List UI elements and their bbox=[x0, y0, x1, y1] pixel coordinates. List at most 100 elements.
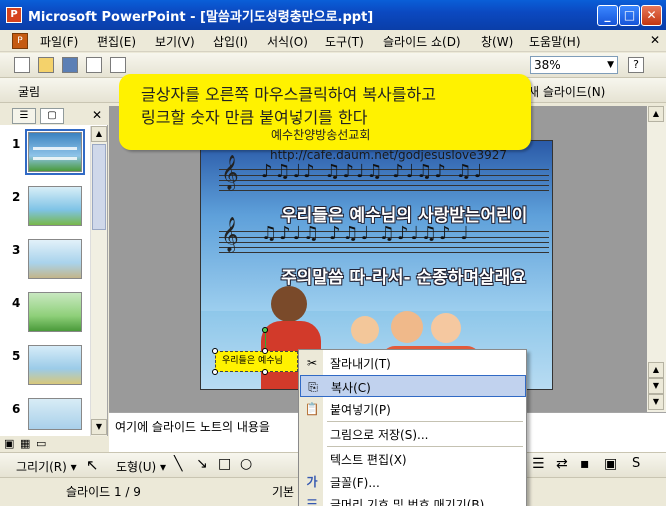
resize-handle[interactable] bbox=[262, 348, 268, 354]
menu-item-bullets[interactable]: ☰ 글머리 기호 및 번호 매기기(B)... bbox=[300, 493, 526, 506]
rectangle-icon[interactable]: □ bbox=[218, 456, 231, 472]
chevron-down-icon: ▼ bbox=[607, 60, 614, 70]
font-name[interactable]: 굴림 bbox=[18, 83, 40, 100]
menu-close-icon[interactable]: ✕ bbox=[650, 33, 660, 47]
menu-help[interactable]: 도움말(H) bbox=[529, 33, 581, 50]
new-slide-button[interactable]: 새 슬라이드(N) bbox=[528, 83, 605, 100]
scroll-up-icon[interactable]: ▲ bbox=[91, 126, 107, 142]
shadow-icon[interactable]: ▪ bbox=[580, 456, 590, 472]
scroll-down-icon[interactable]: ▼ bbox=[648, 378, 664, 394]
next-slide-icon[interactable]: ▼ bbox=[648, 394, 664, 410]
menu-item-label: 글머리 기호 및 번호 매기기(B)... bbox=[330, 498, 496, 506]
design-template-name: 기본 bbox=[272, 485, 295, 499]
oval-icon[interactable]: ○ bbox=[240, 456, 252, 472]
3d-icon[interactable]: ▣ bbox=[604, 456, 617, 472]
paste-icon: 📋 bbox=[304, 402, 320, 416]
email-icon[interactable] bbox=[110, 57, 126, 73]
autoshapes-menu[interactable]: 도형(U) ▾ bbox=[116, 458, 166, 475]
treble-clef-icon: 𝄞 bbox=[221, 155, 239, 190]
resize-handle[interactable] bbox=[262, 369, 268, 375]
normal-view-icon[interactable]: ▣ bbox=[4, 437, 14, 450]
slide-thumbnail[interactable] bbox=[28, 398, 82, 430]
menu-item-cut[interactable]: ✂ 잘라내기(T) bbox=[300, 352, 526, 374]
thumb-number: 3 bbox=[12, 243, 21, 257]
slide-scrollbar[interactable]: ▲ ▲ ▼ ▼ bbox=[647, 106, 666, 412]
thumb-number: 2 bbox=[12, 190, 21, 204]
menu-tools[interactable]: 도구(T) bbox=[325, 33, 364, 50]
open-icon[interactable] bbox=[38, 57, 54, 73]
menu-edit[interactable]: 편집(E) bbox=[97, 33, 136, 50]
thumbnail-scrollbar[interactable]: ▲ ▼ bbox=[90, 126, 107, 436]
slide-thumbnail[interactable] bbox=[25, 129, 85, 175]
menu-insert[interactable]: 삽입(I) bbox=[213, 33, 248, 50]
menu-item-label: 붙여넣기(P) bbox=[330, 403, 391, 417]
dash-style-icon[interactable]: ☰ bbox=[532, 456, 545, 472]
menu-item-paste[interactable]: 📋 붙여넣기(P) bbox=[300, 398, 526, 420]
design-icon[interactable]: S bbox=[632, 456, 640, 471]
menu-item-copy[interactable]: ⎘ 복사(C) bbox=[300, 375, 526, 397]
thumb-number: 5 bbox=[12, 349, 21, 363]
minimize-button[interactable]: _ bbox=[597, 5, 618, 26]
instruction-callout: 글상자를 오른쪽 마우스클릭하여 복사를하고 링크할 숫자 만큼 붙여넣기를 한… bbox=[119, 74, 531, 150]
new-icon[interactable] bbox=[14, 57, 30, 73]
menu-item-save-as-picture[interactable]: 그림으로 저장(S)... bbox=[300, 423, 526, 445]
arrow-icon[interactable]: ↘ bbox=[196, 456, 208, 472]
maximize-button[interactable]: □ bbox=[619, 5, 640, 26]
music-notes: ♪♫♩♪ ♫♪♩♫ ♪♩♫♪ ♫♩ bbox=[261, 161, 485, 182]
select-pointer-icon[interactable]: ↖ bbox=[86, 456, 99, 474]
scroll-up-icon[interactable]: ▲ bbox=[648, 106, 664, 122]
slide-thumbnail[interactable] bbox=[28, 292, 82, 332]
slide-counter: 슬라이드 1 / 9 bbox=[66, 485, 141, 499]
help-icon[interactable]: ? bbox=[628, 57, 644, 73]
music-notes: ♫♪♩♫ ♪♫♩ ♫♪♩♫♪ ♩ bbox=[261, 223, 471, 244]
scissors-icon: ✂ bbox=[306, 356, 318, 370]
draw-menu[interactable]: 그리기(R) ▾ bbox=[16, 458, 77, 475]
menu-item-font[interactable]: 가 글꼴(F)... bbox=[300, 471, 526, 493]
close-button[interactable]: ✕ bbox=[641, 5, 662, 26]
slide-thumbnail[interactable] bbox=[28, 186, 82, 226]
resize-handle[interactable] bbox=[212, 369, 218, 375]
slide-thumbnail[interactable] bbox=[28, 345, 82, 385]
jesus-figure bbox=[271, 286, 307, 322]
pane-close-icon[interactable]: ✕ bbox=[92, 108, 102, 122]
selected-text-box[interactable]: 우리들은 예수님 bbox=[215, 351, 298, 372]
menu-item-edit-text[interactable]: 텍스트 편집(X) bbox=[300, 448, 526, 470]
permission-icon[interactable] bbox=[86, 57, 102, 73]
menu-item-label: 복사(C) bbox=[331, 381, 371, 395]
outline-tab[interactable]: ☰ bbox=[12, 108, 36, 124]
slide-sorter-icon[interactable]: ▦ bbox=[20, 437, 30, 450]
rotate-handle[interactable] bbox=[262, 327, 268, 333]
child-figure bbox=[431, 313, 461, 343]
menu-format[interactable]: 서식(O) bbox=[267, 33, 308, 50]
arrow-style-icon[interactable]: ⇄ bbox=[556, 456, 568, 472]
scroll-thumb[interactable] bbox=[92, 144, 106, 230]
save-icon[interactable] bbox=[62, 57, 78, 73]
zoom-value: 38% bbox=[534, 58, 561, 72]
font-icon: 가 bbox=[306, 475, 318, 489]
slideshow-view-icon[interactable]: ▭ bbox=[36, 437, 46, 450]
menu-separator bbox=[327, 421, 523, 422]
slides-tab[interactable]: ▢ bbox=[40, 108, 64, 124]
menu-slideshow[interactable]: 슬라이드 쇼(D) bbox=[383, 33, 461, 50]
previous-slide-icon[interactable]: ▲ bbox=[648, 362, 664, 378]
menu-bar: P 파일(F) 편집(E) 보기(V) 삽입(I) 서식(O) 도구(T) 슬라… bbox=[0, 30, 666, 52]
slide-thumbnail[interactable] bbox=[28, 239, 82, 279]
lyric-line-2: 주의말씀 따-라서- 순종하며살래요 bbox=[281, 268, 526, 288]
document-icon[interactable]: P bbox=[12, 33, 28, 49]
title-bar: P Microsoft PowerPoint - [말씀과기도성령충만으로.pp… bbox=[0, 0, 666, 30]
powerpoint-app-icon[interactable]: P bbox=[6, 7, 22, 23]
line-icon[interactable]: ╲ bbox=[174, 456, 182, 472]
menu-item-label: 그림으로 저장(S)... bbox=[330, 428, 429, 442]
copy-icon: ⎘ bbox=[308, 380, 318, 394]
scroll-down-icon[interactable]: ▼ bbox=[91, 419, 107, 435]
menu-item-label: 글꼴(F)... bbox=[330, 476, 380, 490]
menu-file[interactable]: 파일(F) bbox=[40, 33, 78, 50]
callout-line-3: 예수찬양방송선교회 bbox=[271, 128, 371, 142]
menu-item-label: 잘라내기(T) bbox=[330, 357, 391, 371]
zoom-combo[interactable]: 38% ▼ bbox=[530, 56, 618, 74]
menu-window[interactable]: 창(W) bbox=[481, 33, 513, 50]
resize-handle[interactable] bbox=[212, 348, 218, 354]
menu-view[interactable]: 보기(V) bbox=[155, 33, 195, 50]
child-figure bbox=[351, 316, 379, 344]
callout-line-1: 글상자를 오른쪽 마우스클릭하여 복사를하고 bbox=[141, 85, 436, 104]
